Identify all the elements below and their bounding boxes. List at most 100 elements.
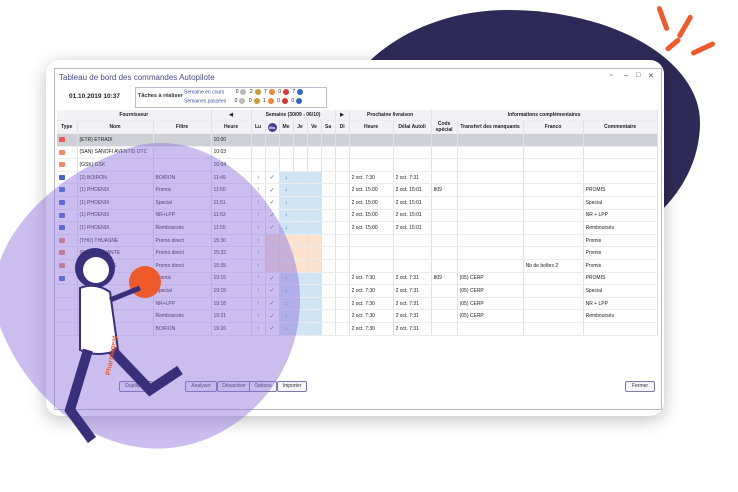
day-cell[interactable] — [307, 158, 322, 172]
import-button[interactable]: Importer — [277, 381, 307, 392]
day-cell[interactable] — [307, 196, 322, 210]
day-cell[interactable] — [307, 322, 322, 336]
col-day-sa[interactable]: Sa — [321, 120, 336, 134]
day-cell[interactable] — [307, 209, 322, 223]
day-cell[interactable] — [307, 297, 322, 311]
day-cell[interactable] — [307, 221, 322, 235]
day-cell[interactable] — [307, 171, 322, 185]
day-cell[interactable] — [293, 246, 308, 260]
day-cell[interactable] — [335, 272, 350, 286]
day-cell[interactable] — [265, 133, 280, 147]
day-cell[interactable] — [321, 158, 336, 172]
day-cell[interactable] — [307, 309, 322, 323]
day-cell[interactable] — [307, 246, 322, 260]
col-liv-heure[interactable]: Heure — [349, 120, 394, 134]
day-cell[interactable] — [293, 221, 308, 235]
day-cell[interactable] — [251, 158, 266, 172]
day-cell[interactable] — [321, 322, 336, 336]
col-day-ve[interactable]: Ve — [307, 120, 322, 134]
day-cell[interactable] — [279, 133, 294, 147]
day-cell[interactable] — [251, 133, 266, 147]
day-cell[interactable] — [293, 196, 308, 210]
day-cell[interactable] — [321, 171, 336, 185]
day-cell[interactable]: ↓ — [279, 171, 294, 185]
day-cell[interactable] — [293, 183, 308, 197]
day-cell[interactable] — [307, 146, 322, 160]
day-cell[interactable]: ↓ — [279, 183, 294, 197]
day-cell[interactable] — [335, 284, 350, 298]
day-cell[interactable] — [321, 309, 336, 323]
day-cell[interactable] — [335, 234, 350, 248]
day-cell[interactable] — [335, 322, 350, 336]
col-commentaire[interactable]: Commentaire — [583, 120, 658, 134]
day-cell[interactable] — [307, 183, 322, 197]
day-cell[interactable] — [321, 284, 336, 298]
day-cell[interactable] — [321, 183, 336, 197]
day-cell[interactable] — [293, 209, 308, 223]
col-day-je[interactable]: Je — [293, 120, 308, 134]
day-cell[interactable] — [321, 259, 336, 273]
day-cell[interactable] — [335, 246, 350, 260]
close-dialog-button[interactable]: Fermer — [625, 381, 655, 392]
day-cell[interactable] — [335, 133, 350, 147]
day-cell[interactable] — [321, 246, 336, 260]
day-cell[interactable] — [335, 183, 350, 197]
day-cell[interactable] — [307, 259, 322, 273]
day-cell[interactable] — [321, 221, 336, 235]
restore-icon[interactable]: ▫ — [610, 72, 612, 79]
day-cell[interactable] — [321, 297, 336, 311]
day-cell[interactable]: ✓ — [265, 183, 280, 197]
day-cell[interactable] — [321, 209, 336, 223]
col-day-lu[interactable]: Lu — [251, 120, 266, 134]
col-day-me[interactable]: Me — [279, 120, 294, 134]
day-cell[interactable] — [321, 272, 336, 286]
prev-week-button[interactable]: ◀ — [211, 110, 252, 121]
day-cell[interactable] — [321, 133, 336, 147]
close-button[interactable]: ✕ — [648, 72, 654, 80]
day-cell[interactable] — [293, 171, 308, 185]
day-cell[interactable] — [335, 297, 350, 311]
day-cell[interactable] — [307, 234, 322, 248]
col-nom[interactable]: Nom — [77, 120, 154, 134]
col-type[interactable]: Type — [57, 120, 78, 134]
day-cell[interactable] — [335, 146, 350, 160]
day-cell[interactable]: ↓ — [279, 209, 294, 223]
day-cell[interactable] — [265, 158, 280, 172]
day-cell[interactable] — [293, 158, 308, 172]
day-cell[interactable] — [321, 234, 336, 248]
next-week-button[interactable]: ▶ — [335, 110, 350, 121]
col-heure[interactable]: Heure — [211, 120, 252, 134]
day-cell[interactable] — [335, 171, 350, 185]
col-delai[interactable]: Délai Autoli — [393, 120, 432, 134]
day-cell[interactable] — [307, 284, 322, 298]
day-cell[interactable] — [307, 133, 322, 147]
day-cell[interactable] — [293, 234, 308, 248]
col-filtre[interactable]: Filtre — [153, 120, 212, 134]
maximize-button[interactable]: □ — [636, 72, 640, 79]
col-day-ma[interactable]: Ma — [265, 120, 280, 134]
col-franco[interactable]: Franco — [523, 120, 584, 134]
day-cell[interactable] — [251, 146, 266, 160]
day-cell[interactable] — [335, 158, 350, 172]
day-cell[interactable] — [335, 221, 350, 235]
day-cell[interactable] — [265, 146, 280, 160]
day-cell[interactable] — [321, 146, 336, 160]
day-cell[interactable] — [335, 259, 350, 273]
day-cell[interactable] — [335, 196, 350, 210]
day-cell[interactable] — [279, 146, 294, 160]
day-cell[interactable] — [321, 196, 336, 210]
col-day-di[interactable]: Di — [335, 120, 350, 134]
current-week-row: Semaine en cours 0 2 7 0 7 — [184, 89, 304, 95]
minimize-button[interactable]: – — [624, 72, 628, 79]
day-cell[interactable]: ↑ — [251, 171, 266, 185]
day-cell[interactable]: ↓ — [279, 196, 294, 210]
day-cell[interactable] — [335, 209, 350, 223]
day-cell[interactable] — [293, 146, 308, 160]
col-code[interactable]: Code spécial — [431, 120, 458, 134]
day-cell[interactable] — [293, 133, 308, 147]
day-cell[interactable]: ✓ — [265, 171, 280, 185]
day-cell[interactable] — [335, 309, 350, 323]
day-cell[interactable] — [307, 272, 322, 286]
day-cell[interactable] — [279, 158, 294, 172]
col-transfert[interactable]: Transfert des manquants — [457, 120, 524, 134]
